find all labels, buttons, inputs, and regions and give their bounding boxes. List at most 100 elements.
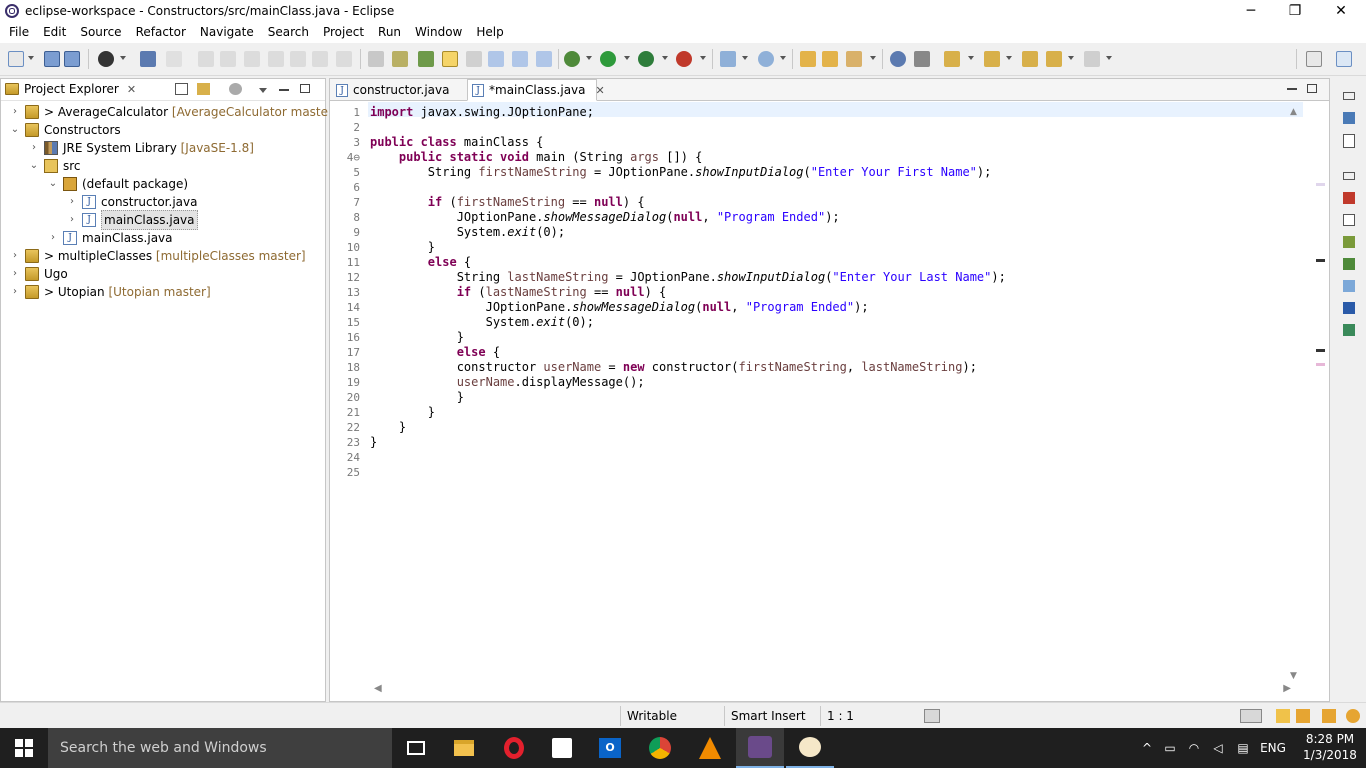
tree-item-averagecalculator[interactable]: › > AverageCalculator [AverageCalculator… bbox=[9, 103, 338, 121]
outlook-icon[interactable]: O bbox=[586, 728, 634, 768]
expand-icon[interactable]: › bbox=[66, 193, 78, 211]
step-return-icon[interactable] bbox=[336, 51, 352, 67]
menu-edit[interactable]: Edit bbox=[36, 22, 73, 43]
tree-item-constructors[interactable]: ⌄ Constructors bbox=[9, 121, 121, 139]
show-hidden-icons-icon[interactable]: ^ bbox=[1138, 728, 1156, 768]
collapse-all-icon[interactable] bbox=[175, 83, 188, 95]
keyboard-status-icon[interactable] bbox=[924, 709, 940, 723]
toggle-highlight-icon[interactable] bbox=[442, 51, 458, 67]
restore-icon[interactable] bbox=[1343, 172, 1355, 180]
previous-edit-icon[interactable] bbox=[984, 51, 1000, 67]
pin-editor-icon[interactable] bbox=[914, 51, 930, 67]
paint-icon[interactable] bbox=[786, 728, 834, 768]
code-line[interactable]: } bbox=[370, 435, 377, 450]
next-annotation-icon[interactable] bbox=[466, 51, 482, 67]
code-line[interactable]: String lastNameString = JOptionPane.show… bbox=[370, 270, 1006, 285]
expand-icon[interactable]: › bbox=[28, 139, 40, 157]
menu-file[interactable]: File bbox=[2, 22, 36, 43]
block-selection-icon[interactable] bbox=[512, 51, 528, 67]
search-tool-icon[interactable] bbox=[846, 51, 862, 67]
tree-item-src[interactable]: ⌄ src bbox=[28, 157, 81, 175]
horizontal-scrollbar[interactable]: ◀ ▶ bbox=[370, 683, 1295, 697]
code-line[interactable]: System.exit(0); bbox=[370, 225, 565, 240]
git-staging-icon[interactable] bbox=[1343, 258, 1355, 270]
collapse-icon[interactable]: ⌄ bbox=[47, 175, 59, 193]
save-icon[interactable] bbox=[44, 51, 60, 67]
code-line[interactable]: System.exit(0); bbox=[370, 315, 594, 330]
tree-item-utopian[interactable]: › > Utopian [Utopian master] bbox=[9, 283, 211, 301]
open-type-icon[interactable] bbox=[392, 51, 408, 67]
pencil-icon[interactable] bbox=[1322, 709, 1336, 723]
code-line[interactable]: JOptionPane.showMessageDialog(null, "Pro… bbox=[370, 210, 840, 225]
collapse-icon[interactable]: ⌄ bbox=[28, 157, 40, 175]
code-line[interactable]: } bbox=[370, 240, 435, 255]
vlc-icon[interactable] bbox=[686, 728, 734, 768]
code-line[interactable]: public class mainClass { bbox=[370, 135, 543, 150]
last-edit-location-icon[interactable] bbox=[1022, 51, 1038, 67]
expand-icon[interactable]: › bbox=[9, 247, 21, 265]
progress-icon[interactable] bbox=[1343, 324, 1355, 336]
maximize-editor-icon[interactable] bbox=[1307, 84, 1317, 93]
open-perspective-icon[interactable] bbox=[1306, 51, 1322, 67]
vertical-scrollbar[interactable]: ▲ ▼ bbox=[1287, 103, 1301, 683]
java-perspective-icon[interactable] bbox=[1336, 51, 1352, 67]
opera-icon[interactable] bbox=[490, 728, 538, 768]
file-explorer-icon[interactable] bbox=[440, 728, 488, 768]
language-indicator[interactable]: ENG bbox=[1258, 728, 1288, 768]
task-list-icon[interactable] bbox=[1343, 134, 1355, 148]
graduation-cap-icon[interactable] bbox=[1296, 709, 1310, 723]
expand-icon[interactable]: › bbox=[9, 103, 21, 121]
taskbar-search-box[interactable]: Search the web and Windows bbox=[48, 728, 392, 768]
book-icon[interactable] bbox=[1276, 709, 1290, 723]
code-line[interactable]: constructor userName = new constructor(f… bbox=[370, 360, 977, 375]
connection-icon[interactable] bbox=[1240, 709, 1262, 723]
overview-marker[interactable] bbox=[1316, 349, 1325, 352]
history-icon[interactable] bbox=[1343, 280, 1355, 292]
menu-source[interactable]: Source bbox=[73, 22, 128, 43]
suspend-icon[interactable] bbox=[220, 51, 236, 67]
minimize-editor-icon[interactable] bbox=[1287, 88, 1297, 90]
menu-window[interactable]: Window bbox=[408, 22, 469, 43]
web-browser-icon[interactable] bbox=[890, 51, 906, 67]
eclipse-icon[interactable] bbox=[736, 728, 784, 768]
tree-item-default-package[interactable]: ⌄ (default package) bbox=[47, 175, 188, 193]
new-icon[interactable] bbox=[8, 51, 24, 67]
open-folder-icon[interactable] bbox=[800, 51, 816, 67]
save-all-icon[interactable] bbox=[64, 51, 80, 67]
tree-item-multipleclasses[interactable]: › > multipleClasses [multipleClasses mas… bbox=[9, 247, 306, 265]
expand-icon[interactable]: › bbox=[47, 229, 59, 247]
console-view-icon[interactable] bbox=[1343, 302, 1355, 314]
code-line[interactable]: else { bbox=[370, 255, 471, 270]
gear-icon[interactable] bbox=[1346, 709, 1360, 723]
open-task-icon[interactable] bbox=[418, 51, 434, 67]
overview-marker[interactable] bbox=[1316, 183, 1325, 186]
code-line[interactable]: JOptionPane.showMessageDialog(null, "Pro… bbox=[370, 300, 869, 315]
restore-icon[interactable] bbox=[1343, 92, 1355, 100]
step-into-icon[interactable] bbox=[290, 51, 306, 67]
store-icon[interactable] bbox=[538, 728, 586, 768]
debug-icon[interactable] bbox=[564, 51, 580, 67]
volume-icon[interactable]: ◁ bbox=[1208, 728, 1228, 768]
wifi-icon[interactable]: ◠ bbox=[1184, 728, 1204, 768]
back-arrow-icon[interactable] bbox=[1046, 51, 1062, 67]
problems-icon[interactable] bbox=[1343, 192, 1355, 204]
battery-icon[interactable]: ▭ bbox=[1160, 728, 1180, 768]
close-button[interactable]: ✕ bbox=[1318, 0, 1364, 22]
open-project-icon[interactable] bbox=[822, 51, 838, 67]
tree-item-jre-library[interactable]: › JRE System Library [JavaSE-1.8] bbox=[28, 139, 254, 157]
code-line[interactable]: } bbox=[370, 390, 464, 405]
console-icon[interactable] bbox=[140, 51, 156, 67]
code-line[interactable]: else { bbox=[370, 345, 500, 360]
menu-navigate[interactable]: Navigate bbox=[193, 22, 261, 43]
view-menu-icon[interactable] bbox=[259, 88, 267, 93]
format-icon[interactable] bbox=[368, 51, 384, 67]
git-icon[interactable] bbox=[98, 51, 114, 67]
tree-item-ugo[interactable]: › Ugo bbox=[9, 265, 68, 283]
overview-marker[interactable] bbox=[1316, 259, 1325, 262]
menu-help[interactable]: Help bbox=[469, 22, 510, 43]
expand-icon[interactable]: › bbox=[9, 265, 21, 283]
next-edit-icon[interactable] bbox=[944, 51, 960, 67]
skip-breakpoints-icon[interactable] bbox=[166, 51, 182, 67]
show-whitespace-icon[interactable] bbox=[488, 51, 504, 67]
notifications-icon[interactable]: ▤ bbox=[1234, 728, 1252, 768]
